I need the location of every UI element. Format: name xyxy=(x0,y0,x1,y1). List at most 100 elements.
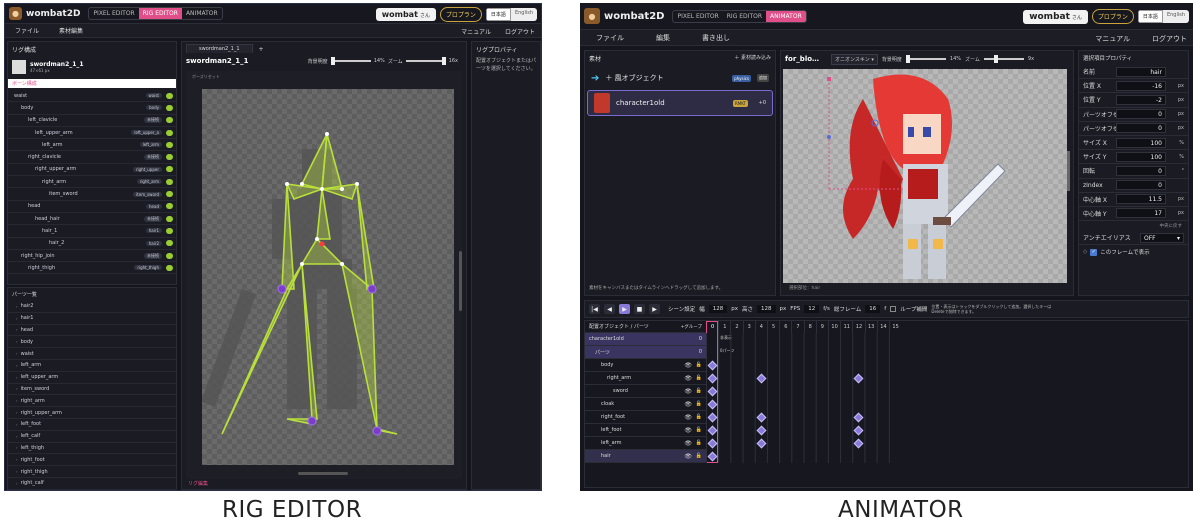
mode-pixel-editor[interactable]: PIXEL EDITOR xyxy=(89,8,138,19)
visibility-dot-icon[interactable] xyxy=(166,92,173,99)
part-row[interactable]: › hair2 xyxy=(8,301,176,313)
vertical-scrollbar[interactable] xyxy=(1067,151,1070,191)
frame-number[interactable]: 10 xyxy=(828,321,840,333)
visibility-dot-icon[interactable] xyxy=(166,191,173,198)
visibility-dot-icon[interactable] xyxy=(166,215,173,222)
eye-icon[interactable]: 👁 xyxy=(684,440,692,447)
bone-part-tag[interactable]: right_thigh xyxy=(134,265,162,271)
expand-arrow-icon[interactable]: › xyxy=(16,445,18,450)
expand-arrow-icon[interactable]: › xyxy=(16,469,18,474)
frame-number[interactable]: 3 xyxy=(742,321,755,333)
bone-part-tag[interactable]: right_upper xyxy=(132,166,162,172)
eye-icon[interactable]: 👁 xyxy=(684,362,692,369)
loop-checkbox[interactable] xyxy=(890,306,897,312)
width-input[interactable]: 128 xyxy=(708,305,728,313)
lock-icon[interactable]: 🔓 xyxy=(696,414,702,420)
lock-icon[interactable]: 🔓 xyxy=(696,362,702,368)
onion-skin-select[interactable]: オニオンスキン ▾ xyxy=(831,53,878,65)
bone-part-tag[interactable]: hair2 xyxy=(145,240,162,246)
bone-row[interactable]: hair_1 hair1 xyxy=(8,225,176,238)
eye-icon[interactable]: 👁 xyxy=(684,388,692,395)
track-row[interactable]: character1old 0 xyxy=(585,333,706,346)
lang-ja[interactable]: 日本語 xyxy=(485,8,511,21)
property-value-input[interactable]: 0 xyxy=(1116,165,1166,176)
bone-part-tag[interactable]: item_sword xyxy=(133,191,162,197)
prev-frame-button[interactable]: ◀ xyxy=(604,304,615,314)
bone-part-tag[interactable]: 未接続 xyxy=(144,154,162,161)
property-value-input[interactable]: 100 xyxy=(1116,151,1166,162)
show-in-frame-checkbox[interactable]: ✓ xyxy=(1090,248,1098,256)
part-row[interactable]: › left_calf xyxy=(8,431,176,443)
eye-icon[interactable]: 👁 xyxy=(684,453,692,460)
visibility-dot-icon[interactable] xyxy=(166,178,173,185)
bone-row[interactable]: head head xyxy=(8,201,176,213)
frame-number[interactable]: 12 xyxy=(852,321,864,333)
visibility-dot-icon[interactable] xyxy=(166,166,173,173)
expand-arrow-icon[interactable]: › xyxy=(16,434,18,439)
expand-arrow-icon[interactable]: › xyxy=(16,316,18,321)
mode-rig-editor[interactable]: RIG EDITOR xyxy=(138,8,182,19)
bone-row[interactable]: item_sword item_sword xyxy=(8,188,176,201)
frame-number[interactable]: 4 xyxy=(754,321,767,333)
expand-arrow-icon[interactable]: › xyxy=(16,386,18,391)
bone-row[interactable]: right_clavicle 未接続 xyxy=(8,151,176,164)
expand-arrow-icon[interactable]: › xyxy=(16,339,18,344)
skeleton-overlay[interactable] xyxy=(202,89,454,465)
mode-animator[interactable]: ANIMATOR xyxy=(182,8,222,19)
bone-row[interactable]: left_arm left_arm xyxy=(8,139,176,152)
frame-number[interactable]: 7 xyxy=(791,321,803,333)
part-row[interactable]: › left_arm xyxy=(8,360,176,372)
property-value-input[interactable]: 0 xyxy=(1116,109,1166,120)
bone-part-tag[interactable]: left_arm xyxy=(139,142,162,148)
bone-part-tag[interactable]: waist xyxy=(145,93,162,99)
property-value-input[interactable]: 17 xyxy=(1116,208,1166,219)
wind-object-item[interactable]: ➔ ＋ 風オブジェクト physics 追加 xyxy=(585,66,775,90)
track-row[interactable]: sword 👁 🔓 xyxy=(585,385,706,398)
part-row[interactable]: › right_upper_arm xyxy=(8,407,176,419)
bone-part-tag[interactable]: left_upper_a xyxy=(131,130,162,136)
rig-edit-status[interactable]: リグ編集 xyxy=(188,480,208,487)
bone-row[interactable]: right_upper_arm right_upper xyxy=(8,164,176,177)
visibility-dot-icon[interactable] xyxy=(166,252,173,259)
rig-canvas[interactable] xyxy=(202,89,454,465)
visibility-dot-icon[interactable] xyxy=(166,240,173,247)
lock-icon[interactable]: 🔓 xyxy=(696,401,702,407)
frame-number[interactable]: 14 xyxy=(876,321,889,333)
eye-icon[interactable]: 👁 xyxy=(684,427,692,434)
visibility-dot-icon[interactable] xyxy=(166,203,173,210)
center-reset-button[interactable]: 中央に戻す xyxy=(1079,221,1188,231)
expand-arrow-icon[interactable]: › xyxy=(16,410,18,415)
zoom-slider[interactable] xyxy=(405,57,446,65)
bone-part-tag[interactable]: 未接続 xyxy=(144,252,162,259)
track-row[interactable]: right_arm 👁 🔓 xyxy=(585,372,706,385)
part-row[interactable]: › left_upper_arm xyxy=(8,372,176,384)
bone-part-tag[interactable]: hair1 xyxy=(145,228,162,234)
bg-brightness-slider[interactable] xyxy=(330,57,371,65)
expand-arrow-icon[interactable]: › xyxy=(16,422,18,427)
plan-badge[interactable]: プロプラン xyxy=(1091,9,1134,24)
bone-row[interactable]: body body xyxy=(8,102,176,115)
property-value-input[interactable]: -16 xyxy=(1116,80,1166,91)
visibility-dot-icon[interactable] xyxy=(166,129,173,136)
pose-reset-button[interactable]: ポーズリセット xyxy=(192,74,220,80)
part-row[interactable]: › waist xyxy=(8,348,176,360)
bone-row[interactable]: left_clavicle 未接続 xyxy=(8,115,176,127)
menu-logout[interactable]: ログアウト xyxy=(505,27,535,36)
total-frames-input[interactable]: 16 xyxy=(865,305,881,313)
track-row[interactable]: left_foot 👁 🔓 xyxy=(585,424,706,437)
bone-row[interactable]: waist waist xyxy=(8,90,176,103)
track-row[interactable]: hair 👁 🔓 xyxy=(585,450,706,463)
bone-row[interactable]: hair_2 hair2 xyxy=(8,238,176,250)
menu-manual[interactable]: マニュアル xyxy=(1095,34,1130,44)
track-row[interactable]: right_foot 👁 🔓 xyxy=(585,411,706,424)
bone-part-tag[interactable]: 未接続 xyxy=(144,215,162,222)
plan-badge[interactable]: プロプラン xyxy=(439,7,482,22)
menu-export[interactable]: 書き出し xyxy=(686,33,746,43)
expand-arrow-icon[interactable]: › xyxy=(16,304,18,309)
part-row[interactable]: › right_foot xyxy=(8,454,176,467)
zoom-slider[interactable] xyxy=(983,55,1024,63)
menu-file[interactable]: ファイル xyxy=(5,26,49,35)
property-value-input[interactable]: 100 xyxy=(1116,137,1166,148)
bone-row[interactable]: head_hair 未接続 xyxy=(8,213,176,226)
menu-file[interactable]: ファイル xyxy=(580,33,640,43)
